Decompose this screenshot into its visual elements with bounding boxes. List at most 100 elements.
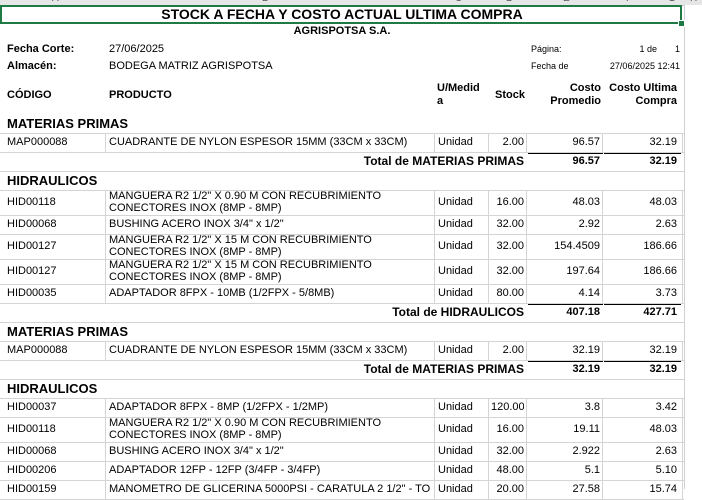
total-underline [528, 304, 603, 305]
grid-line [602, 190, 603, 215]
grid-line [682, 215, 683, 234]
grid-line [434, 284, 435, 303]
table-header-row[interactable]: CÓDIGO PRODUCTO U/Medid a Stock Costo Pr… [0, 76, 684, 114]
unit-of-measure: Unidad [438, 265, 473, 277]
stock-value: 32.00 [496, 265, 524, 277]
table-row[interactable]: HID00037 ADAPTADOR 8FPX - 8MP (1/2FPX - 1… [0, 398, 684, 417]
section-header-row[interactable]: HIDRAULICOS [0, 171, 684, 190]
table-row[interactable]: HID00118 MANGUERA R2 1/2" X 0.90 M CON RE… [0, 190, 684, 215]
costo-ultima-value: 2.63 [655, 445, 677, 457]
unit-of-measure: Unidad [438, 423, 473, 435]
pagina-total: 1 [674, 44, 680, 54]
product-code: HID00118 [7, 423, 56, 435]
unit-of-measure: Unidad [438, 483, 473, 495]
grid-line [105, 284, 106, 303]
grid-line [682, 284, 683, 303]
grid-line [526, 259, 527, 284]
column-header-h[interactable]: H [690, 0, 697, 4]
table-row[interactable]: HID00206 ADAPTADOR 12FP - 12FP (3/4FP - 3… [0, 461, 684, 480]
column-header-f[interactable]: F [626, 0, 632, 4]
grid-line [682, 259, 683, 284]
product-code: HID00037 [7, 401, 57, 413]
section-total-row[interactable]: Total de HIDRAULICOS 407.18 427.71 [0, 303, 684, 322]
grid-line [434, 480, 435, 499]
company-name: AGRISPOTSA S.A. [293, 25, 391, 37]
grid-line [526, 442, 527, 461]
product-code: HID00068 [7, 218, 57, 230]
table-row[interactable]: HID00068 BUSHING ACERO INOX 3/4" x 1/2" Un… [0, 215, 684, 234]
grid-line [526, 461, 527, 480]
section-title: HIDRAULICOS [7, 173, 98, 188]
product-code: HID00159 [7, 483, 57, 495]
table-row[interactable]: HID00068 BUSHING ACERO INOX 3/4" x 1/2" Un… [0, 442, 684, 461]
grid-line [488, 133, 489, 152]
costo-promedio-value: 5.1 [584, 464, 600, 476]
header-costo-promedio: Costo Promedio [550, 82, 601, 107]
table-row[interactable]: HID00035 ADAPTADOR 8FPX - 10MB (1/2FPX - … [0, 284, 684, 303]
section-header-row[interactable]: HIDRAULICOS [0, 379, 684, 398]
costo-promedio-value: 96.57 [572, 136, 600, 148]
unit-of-measure: Unidad [438, 287, 473, 299]
grid-line [488, 461, 489, 480]
product-code: HID00206 [7, 464, 57, 476]
product-name: ADAPTADOR 8FPX - 10MB (1/2FPX - 5/8MB) [109, 287, 335, 299]
selected-cell-range[interactable] [0, 5, 682, 24]
table-row[interactable]: HID00127 MANGUERA R2 1/2" X 15 M CON RECU… [0, 234, 684, 259]
grid-line [682, 417, 683, 442]
grid-line [602, 461, 603, 480]
section-title: MATERIAS PRIMAS [7, 116, 129, 131]
unit-of-measure: Unidad [438, 136, 473, 148]
grid-line [488, 190, 489, 215]
table-row[interactable]: MAP000088 CUADRANTE DE NYLON ESPESOR 15MM… [0, 133, 684, 152]
stock-value: 32.00 [496, 218, 524, 230]
table-row[interactable]: HID00118 MANGUERA R2 1/2" X 0.90 M CON RE… [0, 417, 684, 442]
column-header-e[interactable]: E [563, 0, 570, 4]
costo-promedio-value: 154.4509 [554, 240, 600, 252]
section-total-costo-ultima: 32.19 [649, 363, 677, 375]
column-header-c[interactable]: C [455, 0, 462, 4]
unit-of-measure: Unidad [438, 196, 473, 208]
product-name: CUADRANTE DE NYLON ESPESOR 15MM (33CM x … [109, 344, 408, 356]
table-row[interactable]: HID00159 MANOMETRO DE GLICERINA 5000PSI -… [0, 480, 684, 499]
costo-ultima-value: 32.19 [649, 344, 677, 356]
fill-handle[interactable] [678, 20, 685, 27]
stock-value: 2.00 [502, 344, 524, 356]
column-header-g[interactable]: G [668, 0, 676, 4]
grid-line [105, 398, 106, 417]
grid-line [105, 461, 106, 480]
company-row[interactable]: AGRISPOTSA S.A. [0, 24, 684, 38]
grid-line [602, 398, 603, 417]
unit-of-measure: Unidad [438, 401, 473, 413]
almacen-row[interactable]: Almacén: BODEGA MATRIZ AGRISPOTSA Fecha … [0, 58, 684, 75]
product-name: CUADRANTE DE NYLON ESPESOR 15MM (33CM x … [109, 136, 408, 148]
section-total-row[interactable]: Total de MATERIAS PRIMAS 32.19 32.19 [0, 360, 684, 379]
product-code: HID00035 [7, 287, 57, 299]
total-underline [528, 153, 603, 154]
grid-line [526, 190, 527, 215]
grid-line [526, 215, 527, 234]
column-header-b[interactable]: B [262, 0, 269, 4]
section-total-label: Total de MATERIAS PRIMAS [363, 154, 524, 168]
grid-line [526, 284, 527, 303]
stock-value: 16.00 [496, 196, 524, 208]
grid-line [526, 398, 527, 417]
table-row[interactable]: HID00127 MANGUERA R2 1/2" X 15 M CON RECU… [0, 259, 684, 284]
column-header-a[interactable]: A [52, 0, 59, 4]
costo-promedio-value: 32.19 [572, 344, 600, 356]
costo-ultima-value: 3.42 [655, 401, 677, 413]
costo-ultima-value: 186.66 [643, 265, 677, 277]
product-name: MANOMETRO DE GLICERINA 5000PSI - CARATUL… [109, 483, 431, 495]
section-header-row[interactable]: MATERIAS PRIMAS [0, 322, 684, 341]
grid-line [526, 234, 527, 259]
section-header-row[interactable]: MATERIAS PRIMAS [0, 114, 684, 133]
column-header-d[interactable]: D [506, 0, 513, 4]
costo-promedio-value: 2.92 [578, 218, 600, 230]
product-name: BUSHING ACERO INOX 3/4" x 1/2" [109, 445, 284, 457]
section-total-label: Total de MATERIAS PRIMAS [363, 362, 524, 376]
section-total-row[interactable]: Total de MATERIAS PRIMAS 96.57 32.19 [0, 152, 684, 171]
fecha-corte-row[interactable]: Fecha Corte: 27/06/2025 Página: 1 de 1 [0, 41, 684, 57]
costo-ultima-value: 2.63 [655, 218, 677, 230]
costo-promedio-value: 48.03 [572, 196, 600, 208]
table-row[interactable]: MAP000088 CUADRANTE DE NYLON ESPESOR 15MM… [0, 341, 684, 360]
product-name: MANGUERA R2 1/2" X 0.90 M CON RECUBRIMIE… [109, 417, 382, 441]
